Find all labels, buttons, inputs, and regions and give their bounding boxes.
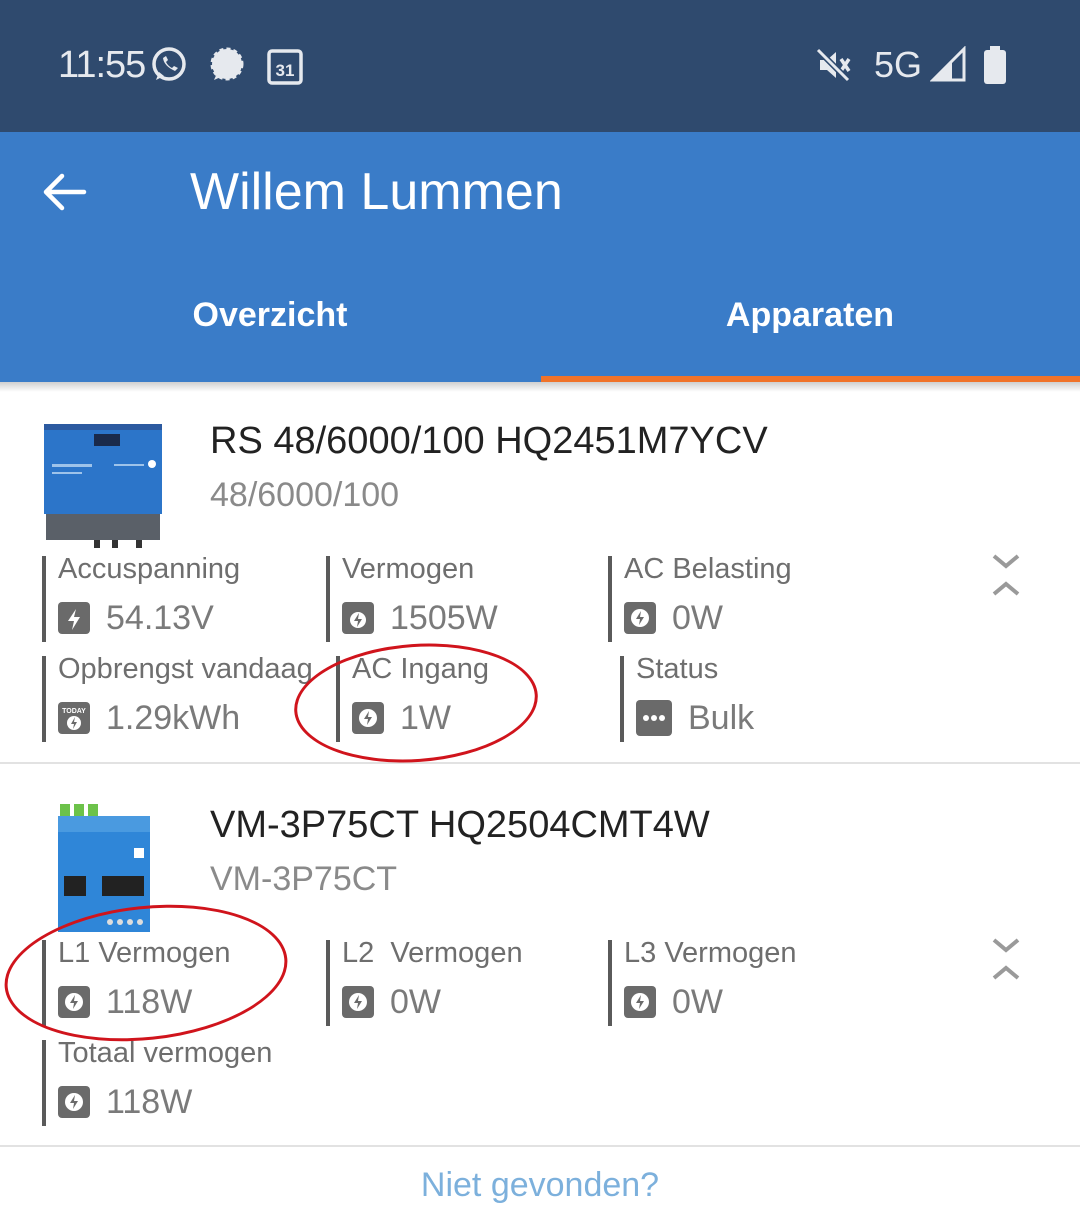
battery-bolt-icon	[58, 602, 90, 634]
ac-bolt-icon	[624, 602, 656, 634]
annotation-circle	[290, 635, 542, 771]
today-text: TODAY	[62, 708, 86, 715]
ac-bolt-icon	[342, 986, 374, 1018]
status-bar: 11:55 31 5G	[0, 0, 1080, 132]
divider	[0, 762, 1080, 764]
item-value: 0W	[672, 983, 723, 1021]
item-label: L3 Vermogen	[624, 937, 797, 969]
status-time: 11:55	[58, 44, 146, 86]
appbar-shadow	[0, 382, 1080, 392]
expand-collapse-icon[interactable]	[990, 552, 1022, 605]
item-label: AC Belasting	[624, 553, 792, 585]
signal-strength-icon	[929, 45, 968, 89]
item-accuspanning: Accuspanning 54.13V	[42, 553, 240, 642]
item-value: Bulk	[688, 699, 755, 737]
item-label: Vermogen	[342, 553, 475, 585]
item-status: Status Bulk	[620, 653, 755, 742]
mute-icon	[814, 46, 852, 89]
item-opbrengst-vandaag: Opbrengst vandaag TODAY 1.29kWh	[42, 653, 313, 742]
expand-collapse-icon[interactable]	[990, 936, 1022, 989]
calendar-day: 31	[276, 61, 295, 80]
ac-bolt-icon	[624, 986, 656, 1018]
item-value: 0W	[672, 599, 723, 637]
item-value: 118W	[106, 1083, 193, 1121]
divider	[0, 1145, 1080, 1147]
item-label: Status	[636, 653, 719, 685]
tab-apparaten[interactable]: Apparaten	[540, 296, 1080, 335]
item-value: 1505W	[390, 599, 498, 637]
item-totaal-vermogen: Totaal vermogen 118W	[42, 1037, 272, 1126]
item-ac-belasting: AC Belasting 0W	[608, 553, 792, 642]
item-label: Opbrengst vandaag	[58, 653, 313, 685]
item-l3-vermogen: L3 Vermogen 0W	[608, 937, 797, 1026]
item-l2-vermogen: L2 Vermogen 0W	[326, 937, 523, 1026]
ac-bolt-icon	[58, 1086, 90, 1118]
item-label: L2 Vermogen	[342, 937, 523, 969]
device-title: VM-3P75CT HQ2504CMT4W	[210, 804, 710, 846]
item-value: 54.13V	[106, 599, 214, 637]
more-dots-icon	[636, 700, 672, 736]
item-label: Totaal vermogen	[58, 1037, 273, 1069]
item-value: 1.29kWh	[106, 699, 241, 737]
whatsapp-icon	[150, 46, 188, 89]
battery-icon	[982, 46, 1008, 91]
inverter-image	[44, 424, 162, 548]
signal-chat-icon	[208, 46, 246, 89]
solar-bolt-icon	[342, 602, 374, 634]
network-type: 5G	[874, 44, 923, 85]
tab-overzicht[interactable]: Overzicht	[0, 296, 540, 335]
page-title: Willem Lummen	[190, 163, 563, 221]
not-found-link[interactable]: Niet gevonden?	[0, 1166, 1080, 1205]
device-subtitle: 48/6000/100	[210, 476, 400, 514]
annotation-circle	[0, 891, 295, 1055]
calendar-icon: 31	[266, 46, 304, 91]
item-vermogen: Vermogen 1505W	[326, 553, 498, 642]
item-value: 0W	[390, 983, 441, 1021]
device-title: RS 48/6000/100 HQ2451M7YCV	[210, 420, 768, 462]
today-solar-icon: TODAY	[58, 702, 90, 734]
device-subtitle: VM-3P75CT	[210, 860, 398, 898]
arrow-left-icon[interactable]	[40, 168, 88, 221]
item-label: Accuspanning	[58, 553, 241, 585]
